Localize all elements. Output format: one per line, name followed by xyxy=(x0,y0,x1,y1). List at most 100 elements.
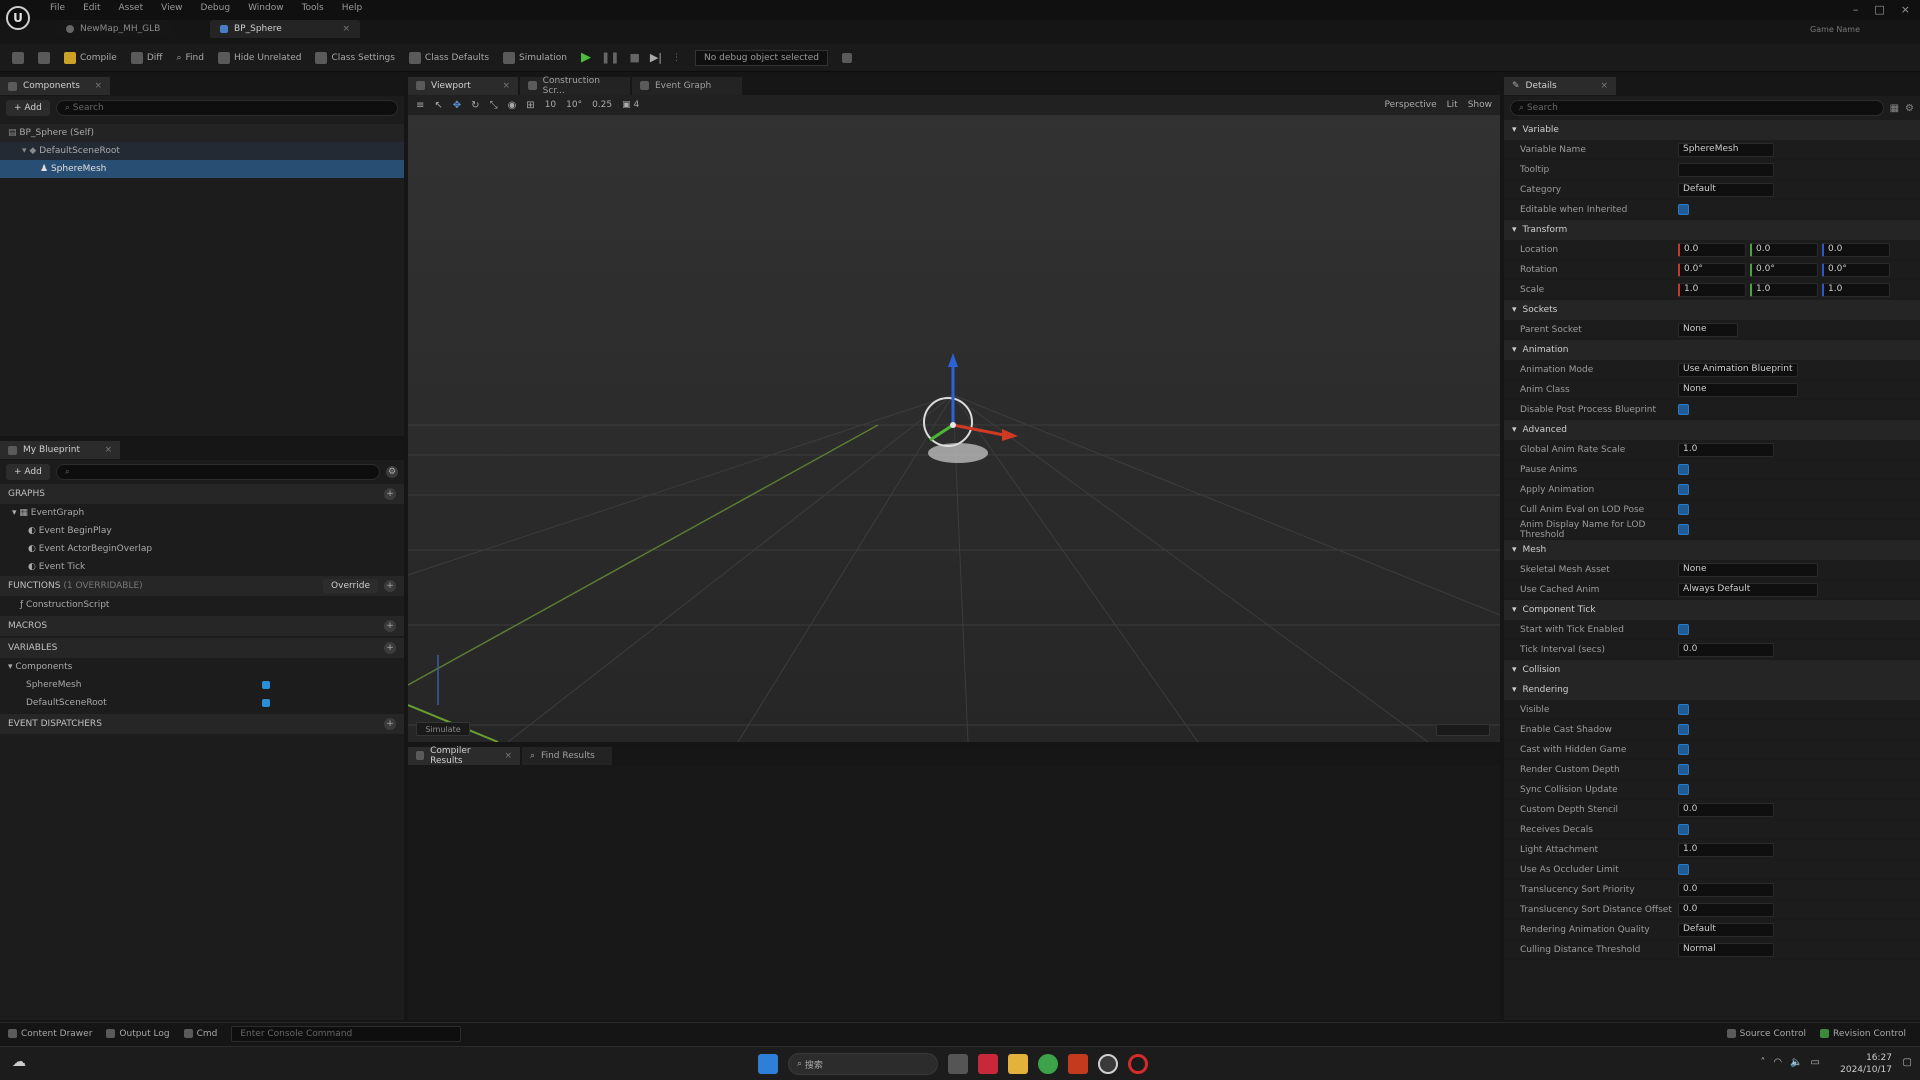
gear-icon[interactable]: ⚙ xyxy=(1905,103,1914,114)
add-component-button[interactable]: + Add xyxy=(6,100,50,116)
property-value-field[interactable]: SphereMesh xyxy=(1678,142,1774,157)
transform-z-field[interactable]: 0.0° xyxy=(1822,262,1890,277)
transform-x-field[interactable]: 0.0 xyxy=(1678,242,1746,257)
property-checkbox[interactable] xyxy=(1678,624,1689,635)
property-value-field[interactable]: None xyxy=(1678,322,1738,337)
tab-viewport[interactable]: Viewport × xyxy=(408,76,518,95)
details-section-collision[interactable]: ▾ Collision xyxy=(1504,660,1920,680)
variable-item[interactable]: DefaultSceneRoot xyxy=(0,694,270,712)
menu-item-help[interactable]: Help xyxy=(342,3,363,13)
property-value-field[interactable]: Normal xyxy=(1678,942,1774,957)
menu-item-file[interactable]: File xyxy=(50,3,65,13)
add-dispatcher-icon[interactable]: + xyxy=(384,718,396,730)
event-item[interactable]: ◐ Event Tick xyxy=(0,558,404,576)
battery-icon[interactable]: ▭ xyxy=(1811,1057,1820,1068)
browser-icon[interactable] xyxy=(1038,1054,1058,1074)
property-value-field[interactable]: 1.0 xyxy=(1678,442,1774,457)
property-value-field[interactable]: None xyxy=(1678,382,1798,397)
transform-x-field[interactable]: 0.0° xyxy=(1678,262,1746,277)
settings-icon[interactable]: ⚙ xyxy=(386,466,398,478)
show-button[interactable]: Show xyxy=(1468,100,1492,110)
property-checkbox[interactable] xyxy=(1678,204,1689,215)
transform-y-field[interactable]: 0.0° xyxy=(1750,262,1818,277)
select-mode-icon[interactable]: ↖ xyxy=(434,100,442,111)
grid-snap-value[interactable]: 10 xyxy=(545,100,556,110)
add-graph-icon[interactable]: + xyxy=(384,488,396,500)
add-member-button[interactable]: + Add xyxy=(6,464,50,480)
property-value-field[interactable]: Default xyxy=(1678,922,1774,937)
transform-label[interactable]: Rotation xyxy=(1504,265,1678,275)
property-value-field[interactable]: None xyxy=(1678,562,1818,577)
details-section-transform[interactable]: ▾ Transform xyxy=(1504,220,1920,240)
close-icon[interactable]: × xyxy=(1600,81,1608,91)
grid-view-icon[interactable]: ▦ xyxy=(1890,103,1899,114)
taskbar-search-input[interactable]: ⌕ 搜索 xyxy=(788,1053,938,1075)
property-checkbox[interactable] xyxy=(1678,484,1689,495)
file-explorer-icon[interactable] xyxy=(1008,1054,1028,1074)
output-log-button[interactable]: Output Log xyxy=(106,1029,170,1039)
transform-x-field[interactable]: 1.0 xyxy=(1678,282,1746,297)
component-search-input[interactable]: ⌕ Search xyxy=(55,100,398,116)
add-macro-icon[interactable]: + xyxy=(384,620,396,632)
stop-icon[interactable]: ■ xyxy=(629,51,639,64)
menu-item-view[interactable]: View xyxy=(161,3,182,13)
class-defaults-button[interactable]: Class Defaults xyxy=(408,51,489,64)
transform-label[interactable]: Location xyxy=(1504,245,1678,255)
menu-item-window[interactable]: Window xyxy=(248,3,284,13)
debug-filter-icon[interactable] xyxy=(841,52,852,63)
camera-speed-control[interactable]: ▣ 4 xyxy=(622,100,639,110)
perspective-button[interactable]: Perspective xyxy=(1385,100,1437,110)
transform-y-field[interactable]: 1.0 xyxy=(1750,282,1818,297)
cmd-button[interactable]: Cmd xyxy=(183,1029,217,1039)
tab-components[interactable]: Components × xyxy=(0,77,110,95)
component-item-self[interactable]: ▤ BP_Sphere (Self) xyxy=(0,124,404,142)
add-function-icon[interactable]: + xyxy=(384,580,396,592)
tab-map[interactable]: NewMap_MH_GLB xyxy=(56,20,171,38)
event-item[interactable]: ◐ Event ActorBeginOverlap xyxy=(0,540,404,558)
recorder-icon[interactable] xyxy=(1128,1054,1148,1074)
close-icon[interactable]: × xyxy=(342,24,350,34)
menu-item-asset[interactable]: Asset xyxy=(119,3,144,13)
pause-icon[interactable]: ❚❚ xyxy=(601,51,619,64)
source-control-button[interactable]: Source Control xyxy=(1726,1029,1806,1039)
lit-button[interactable]: Lit xyxy=(1447,100,1458,110)
component-item-spheremesh[interactable]: ♟ SphereMesh xyxy=(0,160,404,178)
details-section-sockets[interactable]: ▾ Sockets xyxy=(1504,300,1920,320)
tab-compiler-results[interactable]: Compiler Results × xyxy=(408,746,520,766)
debug-object-select[interactable]: No debug object selected xyxy=(695,49,828,66)
step-icon[interactable]: ▶| xyxy=(650,51,662,64)
section-variables[interactable]: VARIABLES + xyxy=(0,638,404,658)
details-section-rendering[interactable]: ▾ Rendering xyxy=(1504,680,1920,700)
override-button[interactable]: Override xyxy=(323,579,378,593)
revision-control-button[interactable]: Revision Control xyxy=(1819,1029,1906,1039)
event-item[interactable]: ◐ Event BeginPlay xyxy=(0,522,404,540)
simulation-button[interactable]: Simulation xyxy=(503,51,567,64)
property-value-field[interactable]: Always Default xyxy=(1678,582,1818,597)
property-checkbox[interactable] xyxy=(1678,784,1689,795)
move-mode-icon[interactable]: ✥ xyxy=(453,100,461,111)
diff-button[interactable]: Diff xyxy=(130,51,162,64)
chevron-up-icon[interactable]: ˄ xyxy=(1760,1057,1765,1068)
graph-item-eventgraph[interactable]: ▾ ▦ EventGraph xyxy=(0,504,404,522)
unreal-engine-icon[interactable] xyxy=(1098,1054,1118,1074)
app-icon[interactable] xyxy=(978,1054,998,1074)
property-checkbox[interactable] xyxy=(1678,744,1689,755)
section-graphs[interactable]: GRAPHS + xyxy=(0,484,404,504)
surface-snap-icon[interactable]: ⊞ xyxy=(526,100,534,111)
close-window-icon[interactable]: × xyxy=(1901,3,1910,16)
more-options-icon[interactable]: ⋮ xyxy=(672,53,681,63)
details-section-variable[interactable]: ▾ Variable xyxy=(1504,120,1920,140)
rotation-snap-value[interactable]: 10° xyxy=(566,100,582,110)
property-value-field[interactable]: Default xyxy=(1678,182,1774,197)
section-functions[interactable]: FUNCTIONS (1 OVERRIDABLE) Override + xyxy=(0,576,404,596)
transform-z-field[interactable]: 0.0 xyxy=(1822,242,1890,257)
property-value-field[interactable]: 0.0 xyxy=(1678,902,1774,917)
close-icon[interactable]: × xyxy=(94,81,102,91)
close-icon[interactable]: × xyxy=(502,81,510,91)
task-view-icon[interactable] xyxy=(948,1054,968,1074)
close-icon[interactable]: × xyxy=(104,445,112,455)
unreal-logo-icon[interactable]: U xyxy=(6,6,30,30)
details-section-component_tick[interactable]: ▾ Component Tick xyxy=(1504,600,1920,620)
windows-start-icon[interactable] xyxy=(758,1054,778,1074)
office-icon[interactable] xyxy=(1068,1054,1088,1074)
